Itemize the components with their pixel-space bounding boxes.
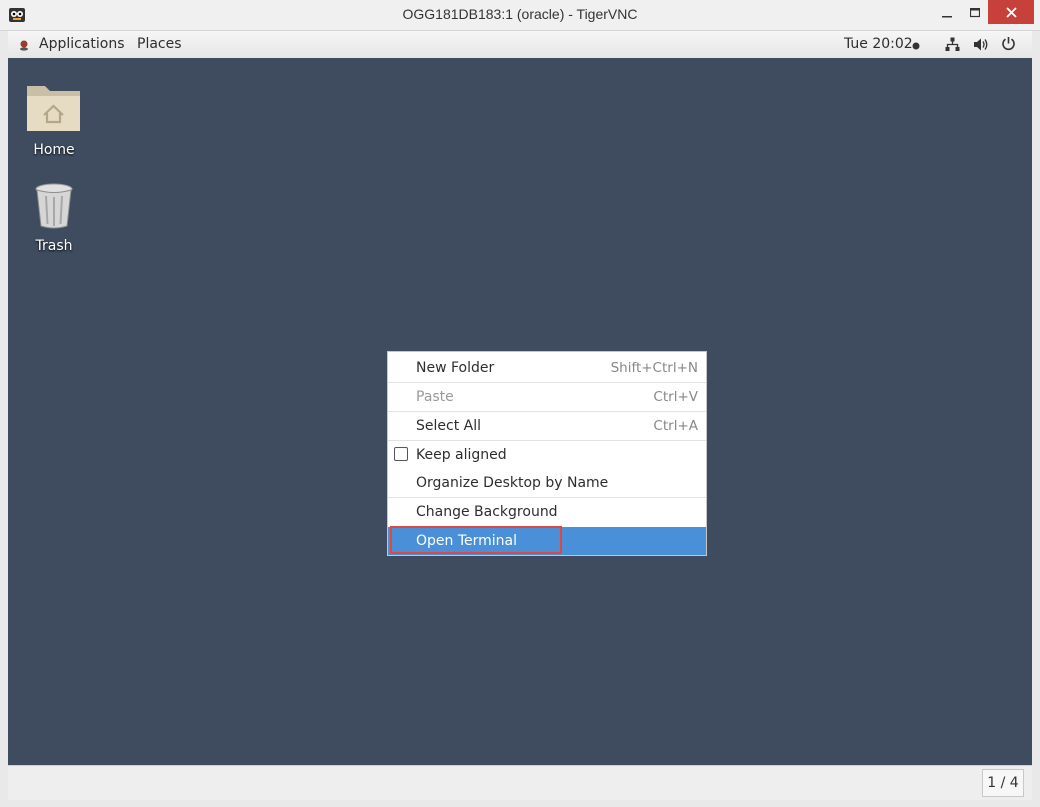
places-menu[interactable]: Places <box>137 36 182 52</box>
menu-item-label: Paste <box>416 389 454 405</box>
maximize-button[interactable] <box>960 0 990 26</box>
menu-item-change-background[interactable]: Change Background <box>388 498 706 526</box>
menu-item-organize-desktop[interactable]: Organize Desktop by Name <box>388 469 706 497</box>
window-titlebar: OGG181DB183:1 (oracle) - TigerVNC <box>0 0 1040 31</box>
menu-item-label: Organize Desktop by Name <box>416 475 609 491</box>
menu-item-label: New Folder <box>416 360 495 376</box>
menu-item-keep-aligned[interactable]: Keep aligned <box>388 441 706 469</box>
desktop-context-menu: New Folder Shift+Ctrl+N Paste Ctrl+V Sel… <box>387 351 707 556</box>
desktop-icon-home[interactable]: Home <box>14 76 94 158</box>
gnome-top-panel: Applications Places Tue 20:02 <box>8 31 1032 59</box>
clock[interactable]: Tue 20:02 <box>844 36 913 52</box>
menu-item-open-terminal[interactable]: Open Terminal <box>388 526 706 555</box>
desktop-icon-label: Trash <box>35 238 73 254</box>
menu-item-shortcut: Ctrl+A <box>653 418 698 434</box>
home-folder-icon <box>27 86 80 131</box>
menu-item-new-folder[interactable]: New Folder Shift+Ctrl+N <box>388 354 706 382</box>
menu-item-label: Change Background <box>416 504 558 520</box>
menu-item-label: Keep aligned <box>416 447 507 463</box>
menu-item-shortcut: Ctrl+V <box>653 389 698 405</box>
maximize-icon <box>970 8 980 18</box>
workspace-switcher[interactable]: 1 / 4 <box>982 769 1024 797</box>
network-icon[interactable] <box>945 37 960 52</box>
minimize-icon <box>942 16 952 18</box>
notification-dot-icon <box>912 42 920 50</box>
close-button[interactable] <box>988 0 1034 24</box>
power-icon[interactable] <box>1001 36 1016 51</box>
applications-menu[interactable]: Applications <box>39 36 125 52</box>
volume-icon[interactable] <box>973 37 989 52</box>
keep-aligned-checkbox[interactable] <box>394 447 408 461</box>
trash-icon <box>35 183 73 229</box>
applications-menu-icon <box>20 40 28 51</box>
menu-item-label: Select All <box>416 418 481 434</box>
gnome-bottom-panel: 1 / 4 <box>8 765 1032 800</box>
desktop-icon-label: Home <box>33 142 75 158</box>
menu-item-shortcut: Shift+Ctrl+N <box>610 360 698 376</box>
close-icon <box>1005 6 1017 18</box>
window-title: OGG181DB183:1 (oracle) - TigerVNC <box>402 6 638 22</box>
menu-item-select-all[interactable]: Select All Ctrl+A <box>388 412 706 440</box>
annotation-highlight-box <box>390 526 562 554</box>
desktop-icon-trash[interactable]: Trash <box>14 182 94 254</box>
minimize-button[interactable] <box>932 0 962 26</box>
menu-item-paste[interactable]: Paste Ctrl+V <box>388 383 706 411</box>
